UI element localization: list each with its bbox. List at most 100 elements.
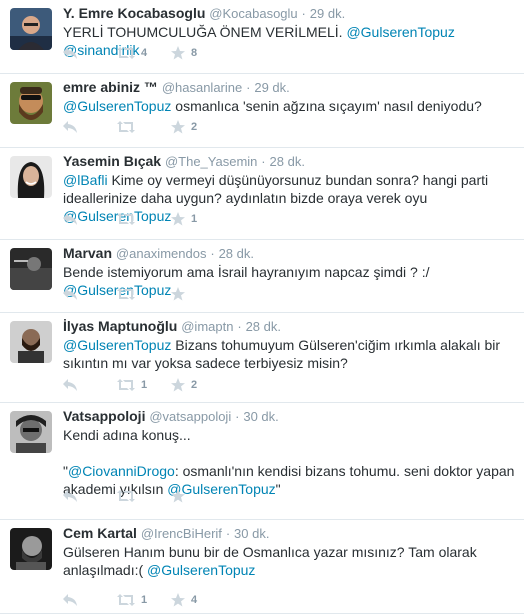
star-icon (171, 212, 185, 226)
reply-button[interactable] (63, 377, 117, 393)
favorite-count: 8 (191, 47, 198, 59)
avatar[interactable] (10, 411, 52, 453)
retweet-count: 4 (141, 47, 148, 59)
avatar[interactable] (10, 8, 52, 50)
header-separator: · (225, 526, 231, 541)
star-icon (171, 489, 185, 503)
user-screenname[interactable]: @IrencBiHerif (141, 526, 222, 541)
user-fullname[interactable]: İlyas Maptunoğlu (63, 318, 177, 334)
reply-button[interactable] (63, 286, 117, 302)
user-screenname[interactable]: @The_Yasemin (165, 154, 257, 169)
favorite-button[interactable] (171, 488, 225, 504)
mention-link[interactable]: @GulserenTopuz (346, 24, 454, 40)
favorite-button[interactable]: 4 (171, 592, 225, 608)
tweet-header: Cem Kartal @IrencBiHerif · 30 dk. (63, 524, 516, 543)
header-separator: · (301, 6, 306, 21)
user-fullname[interactable]: Marvan (63, 245, 112, 261)
tweet-timestamp[interactable]: 30 dk. (243, 409, 278, 424)
user-screenname[interactable]: @anaximendos (116, 246, 207, 261)
reply-button[interactable] (63, 592, 117, 608)
user-screenname[interactable]: @Kocabasoglu (209, 6, 297, 21)
header-separator: · (237, 319, 242, 334)
favorite-button[interactable]: 2 (171, 377, 225, 393)
tweet-actions: 2 (63, 119, 225, 135)
reply-icon (63, 490, 77, 502)
star-icon (171, 46, 185, 60)
retweet-icon (117, 490, 135, 502)
favorite-count: 4 (191, 594, 198, 606)
avatar[interactable] (10, 528, 52, 570)
user-screenname[interactable]: @hasanlarine (162, 80, 242, 95)
reply-button[interactable] (63, 488, 117, 504)
reply-button[interactable] (63, 119, 117, 135)
tweet-actions (63, 286, 225, 302)
reply-icon (63, 213, 77, 225)
star-icon (171, 378, 185, 392)
tweet-actions: 48 (63, 45, 225, 61)
mention-link[interactable]: @CiovanniDrogo (68, 463, 175, 479)
mention-link[interactable]: @GulserenTopuz (147, 562, 255, 578)
favorite-button[interactable]: 2 (171, 119, 225, 135)
retweet-icon (117, 121, 135, 133)
favorite-button[interactable]: 1 (171, 211, 225, 227)
mention-link[interactable]: @GulserenTopuz (63, 98, 171, 114)
retweet-button[interactable]: 4 (117, 45, 171, 61)
reply-icon (63, 47, 77, 59)
tweet-text: @GulserenTopuz osmanlıca 'senin ağzına s… (63, 97, 516, 115)
tweet-timestamp[interactable]: 29 dk. (254, 80, 289, 95)
user-screenname[interactable]: @vatsappoloji (149, 409, 231, 424)
retweet-button[interactable] (117, 488, 171, 504)
retweet-button[interactable] (117, 286, 171, 302)
mention-link[interactable]: @lBafli (63, 172, 108, 188)
tweet-header: Yasemin Bıçak @The_Yasemin · 28 dk. (63, 152, 516, 171)
tweet-item: Yasemin Bıçak @The_Yasemin · 28 dk. @lBaf… (0, 148, 524, 240)
retweet-button[interactable]: 1 (117, 592, 171, 608)
tweet-actions: 1 (63, 211, 225, 227)
tweet-timestamp[interactable]: 30 dk. (234, 526, 269, 541)
mention-link[interactable]: @GulserenTopuz (63, 337, 171, 353)
user-fullname[interactable]: Y. Emre Kocabasoglu (63, 5, 205, 21)
header-separator: · (246, 80, 251, 95)
star-icon (171, 287, 185, 301)
reply-icon (63, 379, 77, 391)
favorite-button[interactable]: 8 (171, 45, 225, 61)
star-icon (171, 593, 185, 607)
text-segment: Bende istemiyorum ama İsrail hayranıyım … (63, 264, 430, 280)
retweet-icon (117, 379, 135, 391)
avatar[interactable] (10, 321, 52, 363)
tweet-timestamp[interactable]: 28 dk. (246, 319, 281, 334)
tweet-item: İlyas Maptunoğlu @imaptn · 28 dk. @Gulser… (0, 313, 524, 403)
reply-button[interactable] (63, 45, 117, 61)
tweet-content: emre abiniz ™ @hasanlarine · 29 dk. @Guls… (63, 78, 516, 115)
text-segment: osmanlıca 'senin ağzına sıçayım' nasıl d… (171, 98, 482, 114)
user-fullname[interactable]: Vatsappoloji (63, 408, 145, 424)
tweet-timestamp[interactable]: 28 dk. (219, 246, 254, 261)
tweet-text: Gülseren Hanım bunu bir de Osmanlıca yaz… (63, 543, 516, 579)
avatar[interactable] (10, 82, 52, 124)
tweet-header: Vatsappoloji @vatsappoloji · 30 dk. (63, 407, 516, 426)
retweet-button[interactable]: 1 (117, 377, 171, 393)
text-segment: " (275, 481, 281, 497)
retweet-icon (117, 288, 135, 300)
user-fullname[interactable]: Yasemin Bıçak (63, 153, 161, 169)
favorite-count: 2 (191, 379, 198, 391)
header-separator: · (261, 154, 266, 169)
tweet-text: @GulserenTopuz Bizans tohumuyum Gülseren… (63, 336, 516, 372)
reply-button[interactable] (63, 211, 117, 227)
tweet-timestamp[interactable]: 28 dk. (270, 154, 305, 169)
user-screenname[interactable]: @imaptn (181, 319, 233, 334)
tweet-item: Cem Kartal @IrencBiHerif · 30 dk. Gülsere… (0, 520, 524, 614)
user-fullname[interactable]: emre abiniz ™ (63, 79, 158, 95)
retweet-icon (117, 213, 135, 225)
avatar[interactable] (10, 248, 52, 290)
tweet-actions (63, 488, 225, 504)
tweet-timestamp[interactable]: 29 dk. (310, 6, 345, 21)
tweet-header: Marvan @anaximendos · 28 dk. (63, 244, 516, 263)
reply-icon (63, 288, 77, 300)
favorite-button[interactable] (171, 286, 225, 302)
retweet-button[interactable] (117, 211, 171, 227)
avatar[interactable] (10, 156, 52, 198)
user-fullname[interactable]: Cem Kartal (63, 525, 137, 541)
retweet-button[interactable] (117, 119, 171, 135)
tweet-content: İlyas Maptunoğlu @imaptn · 28 dk. @Gulser… (63, 317, 516, 372)
